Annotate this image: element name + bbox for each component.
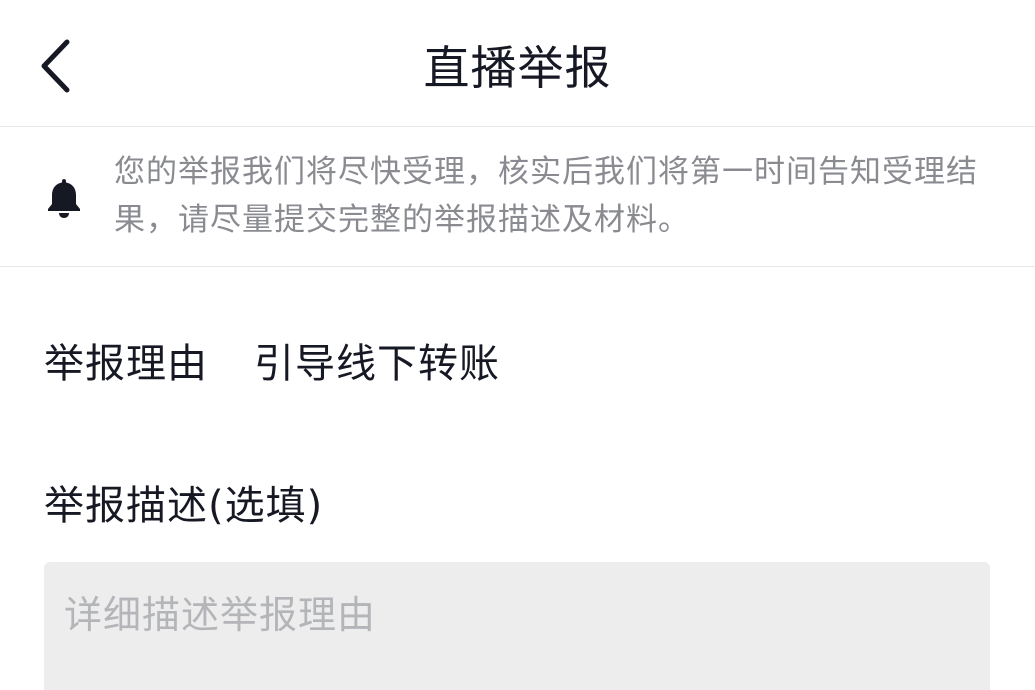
report-reason-row: 举报理由 引导线下转账 — [44, 330, 500, 390]
bell-icon — [48, 179, 80, 218]
report-description-input[interactable] — [44, 562, 990, 690]
notice-text: 您的举报我们将尽快受理，核实后我们将第一时间告知受理结果，请尽量提交完整的举报描… — [114, 154, 978, 238]
report-reason-label: 举报理由 — [44, 341, 208, 387]
top-bar: 直播举报 — [0, 0, 1035, 127]
page-title: 直播举报 — [423, 41, 612, 95]
report-description-label: 举报描述(选填) — [44, 483, 324, 529]
report-page: 直播举报 您的举报我们将尽快受理，核实后我们将第一时间告知受理结果，请尽量提交完… — [0, 0, 1035, 690]
report-reason-value[interactable]: 引导线下转账 — [254, 331, 500, 389]
